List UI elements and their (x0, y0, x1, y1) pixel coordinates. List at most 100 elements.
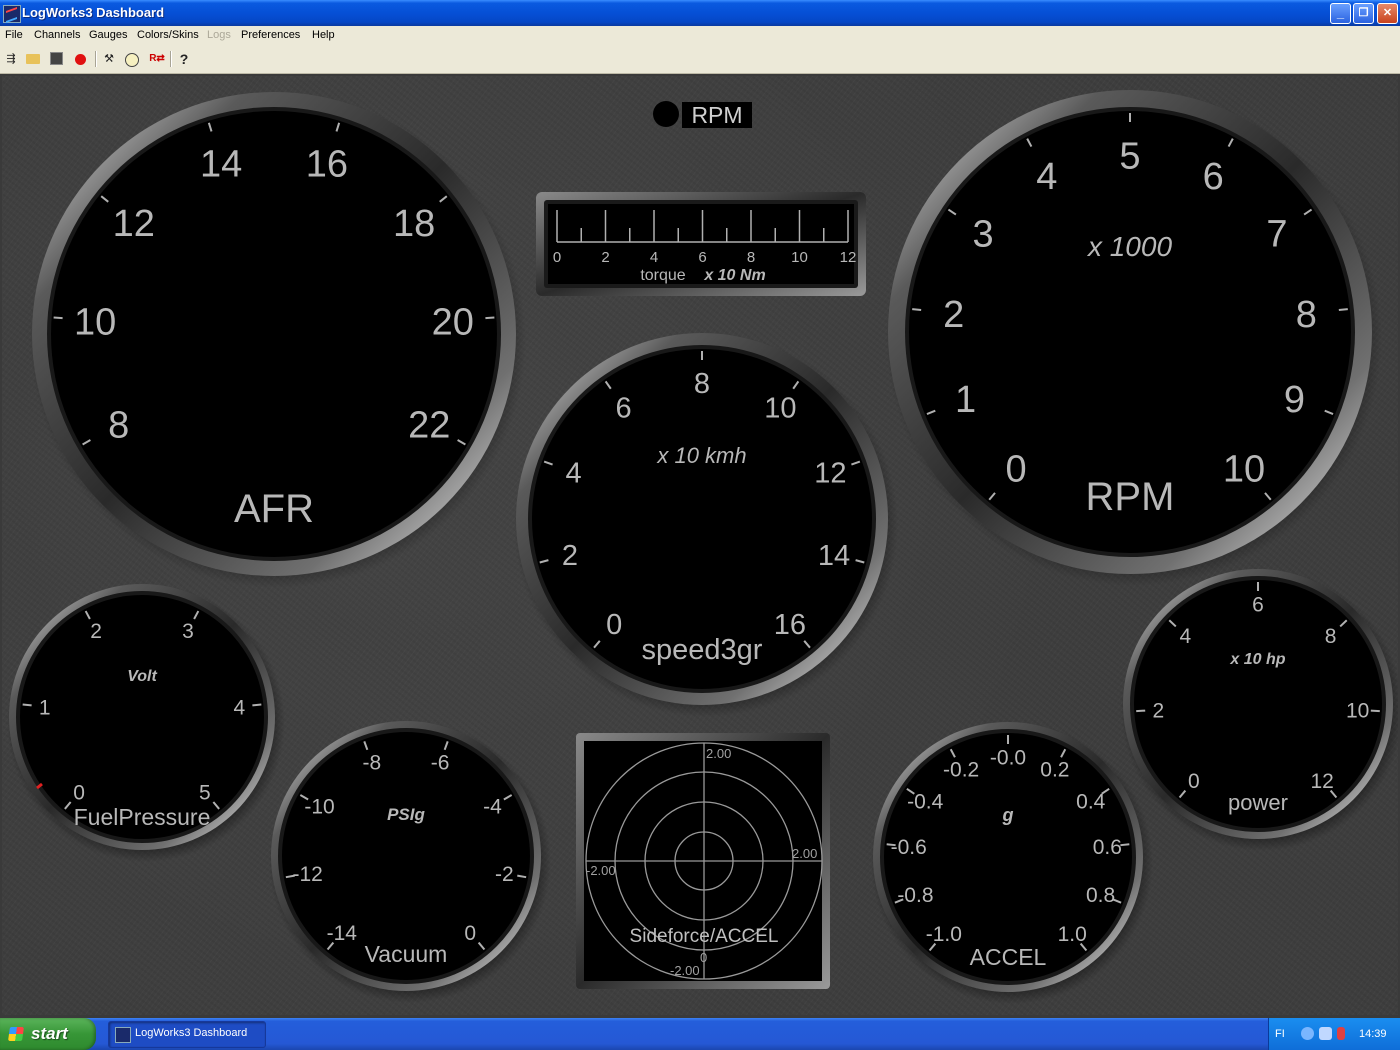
accel-tick-label: 1.0 (1058, 923, 1087, 946)
power-unit: x 10 hp (1229, 651, 1285, 668)
rpm-tick-label: 2 (943, 294, 964, 336)
afr-tick-label: 10 (74, 301, 116, 343)
app-icon[interactable] (3, 5, 21, 23)
accel-tick-label: -0.4 (907, 791, 944, 814)
torque-tick-label: 4 (650, 249, 658, 266)
menu-preferences[interactable]: Preferences (241, 29, 300, 41)
language-indicator[interactable]: FI (1275, 1028, 1285, 1040)
clock: 14:39 (1359, 1028, 1387, 1040)
fuelpressure-unit: Volt (127, 668, 157, 685)
accel-tick-label: -0.6 (891, 836, 927, 859)
menu-file[interactable]: File (5, 29, 23, 41)
afr-tick-label: 22 (408, 404, 450, 446)
power-tick-label: 6 (1252, 594, 1264, 617)
accel-tick-label: 0.6 (1093, 836, 1122, 859)
start-button[interactable]: start (0, 1018, 96, 1050)
start-label: start (31, 1024, 68, 1043)
torque-tick-label: 2 (601, 249, 609, 266)
dashboard-canvas: RPM 0 2 4 6 8 10 12 torque x 10 Nm 2.00 2.00 -… (7, 90, 1398, 1004)
taskbar-item-logworks[interactable]: LogWorks3 Dashboard (108, 1021, 266, 1048)
help-icon[interactable]: ? (177, 52, 191, 66)
rpm-label: RPM (1086, 475, 1175, 519)
accel-unit: g (1002, 805, 1014, 825)
vacuum-tick-label: -4 (483, 796, 502, 819)
fuelpressure-face (20, 595, 264, 839)
fuelpressure-tick-label: 2 (90, 620, 102, 643)
speed-tick-label: 0 (606, 609, 622, 641)
torque-tick-label: 12 (840, 249, 857, 266)
speed-tick-label: 14 (818, 540, 850, 572)
fuelpressure-gauge: 0 1 2 3 4 5 Volt FuelPressure (7, 584, 285, 862)
vacuum-tick-label: -14 (327, 922, 358, 945)
power-tick-label: 2 (1152, 699, 1164, 722)
vacuum-tick-label: -8 (363, 752, 382, 775)
torque-tick-label: 6 (698, 249, 706, 266)
menu-channels[interactable]: Channels (34, 29, 80, 41)
network-icon[interactable] (1319, 1027, 1332, 1040)
rpm-tick-label: 0 (1005, 448, 1026, 490)
sideforce-top-value: 2.00 (706, 746, 731, 761)
torque-tick-label: 10 (791, 249, 808, 266)
rpm-tick-label: 6 (1203, 156, 1224, 198)
speed-tick-label: 8 (694, 368, 710, 400)
rpm-indicator: RPM (653, 101, 752, 128)
toolbar-separator (95, 51, 97, 67)
record-icon[interactable] (75, 54, 86, 65)
accel-tick-label: 0.2 (1040, 758, 1069, 781)
maximize-button[interactable]: ❐ (1353, 3, 1374, 24)
sideforce-left-value: -2.00 (586, 863, 616, 878)
speed-tick-label: 16 (774, 609, 806, 641)
save-icon[interactable] (50, 52, 63, 65)
torque-unit: x 10 Nm (703, 267, 765, 284)
security-icon[interactable] (1337, 1027, 1345, 1040)
menu-logs[interactable]: Logs (207, 29, 231, 41)
afr-tick-label: 20 (432, 301, 474, 343)
accel-tick-label: -0.0 (990, 747, 1026, 770)
gauge-setup-icon[interactable] (125, 53, 139, 67)
fuelpressure-tick (252, 703, 262, 707)
fuelpressure-tick-label: 5 (199, 782, 211, 805)
new-dashboard-icon[interactable]: ⇶ (4, 52, 18, 66)
rate-icon[interactable]: R⇄ (148, 52, 166, 66)
tools-icon[interactable]: ⚒ (102, 52, 116, 66)
speed-tick-label: 2 (562, 540, 578, 572)
minimize-button[interactable]: _ (1330, 3, 1351, 24)
menu-help[interactable]: Help (312, 29, 335, 41)
afr-gauge: 8 10 12 14 16 18 20 22 AFR (30, 92, 526, 588)
vacuum-unit: PSIg (387, 805, 425, 824)
close-button[interactable]: ✕ (1377, 3, 1398, 24)
speed-unit: x 10 kmh (656, 443, 746, 468)
vacuum-tick-label: -10 (304, 796, 334, 819)
windows-logo-icon (8, 1027, 24, 1041)
speed-tick-label: 12 (814, 458, 846, 490)
menu-colors-skins[interactable]: Colors/Skins (137, 29, 199, 41)
toolbar-separator (170, 51, 172, 67)
open-icon[interactable] (26, 54, 40, 64)
torque-label: torque (640, 267, 685, 284)
vacuum-tick-label: -2 (495, 863, 514, 886)
rpm-tick-label: 8 (1296, 294, 1317, 336)
power-tick (1370, 709, 1380, 713)
rpm-tick-label: 10 (1223, 448, 1265, 490)
rpm-tick-label: 7 (1266, 214, 1287, 256)
power-gauge: 0 2 4 6 8 10 12 x 10 hp power (1121, 569, 1398, 851)
power-tick-label: 4 (1180, 625, 1192, 648)
afr-tick-label: 14 (200, 143, 242, 185)
afr-label: AFR (234, 487, 314, 531)
torque-face (548, 204, 854, 284)
afr-tick (485, 316, 495, 320)
afr-tick-label: 8 (108, 404, 129, 446)
menu-gauges[interactable]: Gauges (89, 29, 128, 41)
vacuum-gauge: -14 -12 -10 -8 -6 -4 -2 0 PSIg Vacuum (269, 721, 551, 1003)
taskbar-item-label: LogWorks3 Dashboard (135, 1027, 248, 1039)
title-bar: LogWorks3 Dashboard _ ❐ ✕ (0, 0, 1400, 26)
afr-tick-label: 12 (113, 203, 155, 245)
power-tick-label: 10 (1346, 699, 1369, 722)
accel-label: ACCEL (970, 944, 1047, 970)
power-label: power (1228, 790, 1288, 815)
tray-expand-icon[interactable] (1301, 1027, 1314, 1040)
sideforce-right-value: 2.00 (792, 846, 817, 861)
rpm-tick (1338, 308, 1348, 312)
fuelpressure-label: FuelPressure (74, 804, 211, 830)
fuelpressure-tick-label: 1 (39, 696, 51, 719)
